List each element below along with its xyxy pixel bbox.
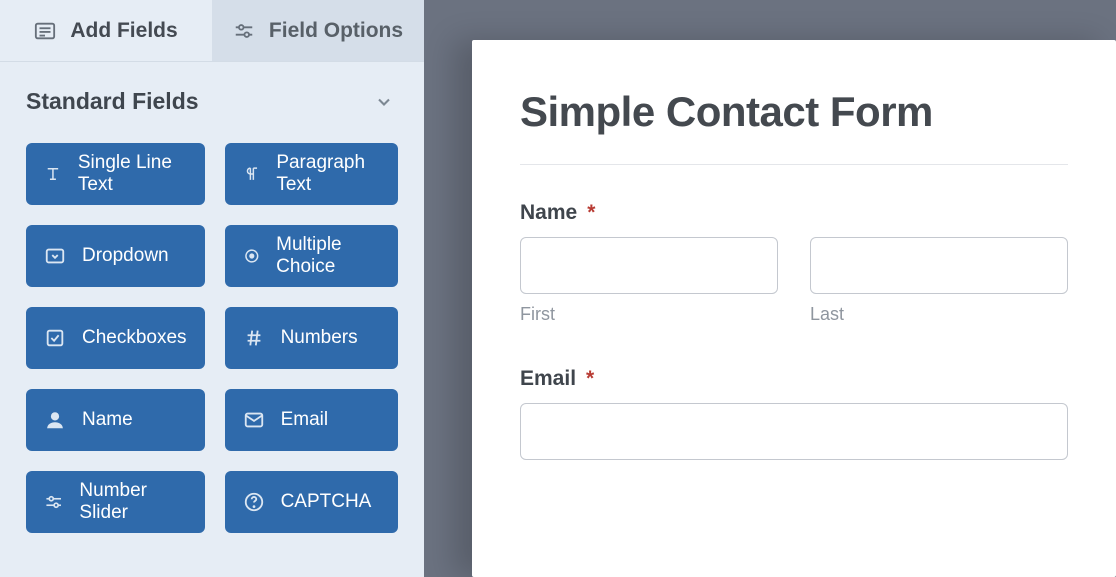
sliders-icon xyxy=(233,20,255,42)
tab-add-fields[interactable]: Add Fields xyxy=(0,0,212,61)
name-label: Name * xyxy=(520,201,1068,225)
section-title: Standard Fields xyxy=(26,88,199,115)
field-dropdown[interactable]: Dropdown xyxy=(26,225,205,287)
email-label-text: Email xyxy=(520,367,576,391)
field-label: Email xyxy=(281,409,329,431)
slider-icon xyxy=(44,491,63,513)
first-name-input[interactable] xyxy=(520,237,778,294)
field-label: Number Slider xyxy=(79,480,186,524)
field-numbers[interactable]: Numbers xyxy=(225,307,398,369)
email-label: Email * xyxy=(520,367,1068,391)
form-card[interactable]: Simple Contact Form Name * First Last xyxy=(472,40,1116,577)
first-sublabel: First xyxy=(520,304,778,325)
form-title: Simple Contact Form xyxy=(520,88,1068,136)
text-icon xyxy=(44,163,62,185)
field-multiple-choice[interactable]: Multiple Choice xyxy=(225,225,398,287)
tab-options-label: Field Options xyxy=(269,19,403,43)
paragraph-icon xyxy=(243,163,261,185)
hash-icon xyxy=(243,327,265,349)
field-label: Dropdown xyxy=(82,245,169,267)
field-label: Name xyxy=(82,409,133,431)
radio-icon xyxy=(243,245,261,267)
field-email[interactable]: Email xyxy=(225,389,398,451)
field-label: CAPTCHA xyxy=(281,491,372,513)
required-asterisk: * xyxy=(586,367,594,391)
name-label-text: Name xyxy=(520,201,577,225)
chevron-down-icon xyxy=(374,92,394,112)
form-canvas: Simple Contact Form Name * First Last xyxy=(424,0,1116,577)
last-sublabel: Last xyxy=(810,304,1068,325)
field-number-slider[interactable]: Number Slider xyxy=(26,471,205,533)
last-name-input[interactable] xyxy=(810,237,1068,294)
checkbox-icon xyxy=(44,327,66,349)
email-input[interactable] xyxy=(520,403,1068,460)
field-name[interactable]: Name xyxy=(26,389,205,451)
form-fields-icon xyxy=(34,20,56,42)
mail-icon xyxy=(243,409,265,431)
field-label: Checkboxes xyxy=(82,327,187,349)
field-single-line-text[interactable]: Single Line Text xyxy=(26,143,205,205)
required-asterisk: * xyxy=(587,201,595,225)
field-checkboxes[interactable]: Checkboxes xyxy=(26,307,205,369)
field-label: Single Line Text xyxy=(78,152,187,196)
tab-field-options[interactable]: Field Options xyxy=(212,0,424,61)
dropdown-icon xyxy=(44,245,66,267)
field-label: Paragraph Text xyxy=(276,152,380,196)
divider xyxy=(520,164,1068,165)
field-label: Numbers xyxy=(281,327,358,349)
user-icon xyxy=(44,409,66,431)
fields-grid: Single Line Text Paragraph Text Dropdown… xyxy=(0,125,424,551)
tab-add-label: Add Fields xyxy=(70,19,177,43)
section-standard-fields-header[interactable]: Standard Fields xyxy=(0,62,424,125)
question-icon xyxy=(243,491,265,513)
field-paragraph-text[interactable]: Paragraph Text xyxy=(225,143,398,205)
tabs: Add Fields Field Options xyxy=(0,0,424,62)
sidebar: Add Fields Field Options Standard Fields… xyxy=(0,0,424,577)
email-field-block[interactable]: Email * xyxy=(520,367,1068,460)
name-field-block[interactable]: Name * First Last xyxy=(520,201,1068,325)
field-label: Multiple Choice xyxy=(276,234,380,278)
field-captcha[interactable]: CAPTCHA xyxy=(225,471,398,533)
